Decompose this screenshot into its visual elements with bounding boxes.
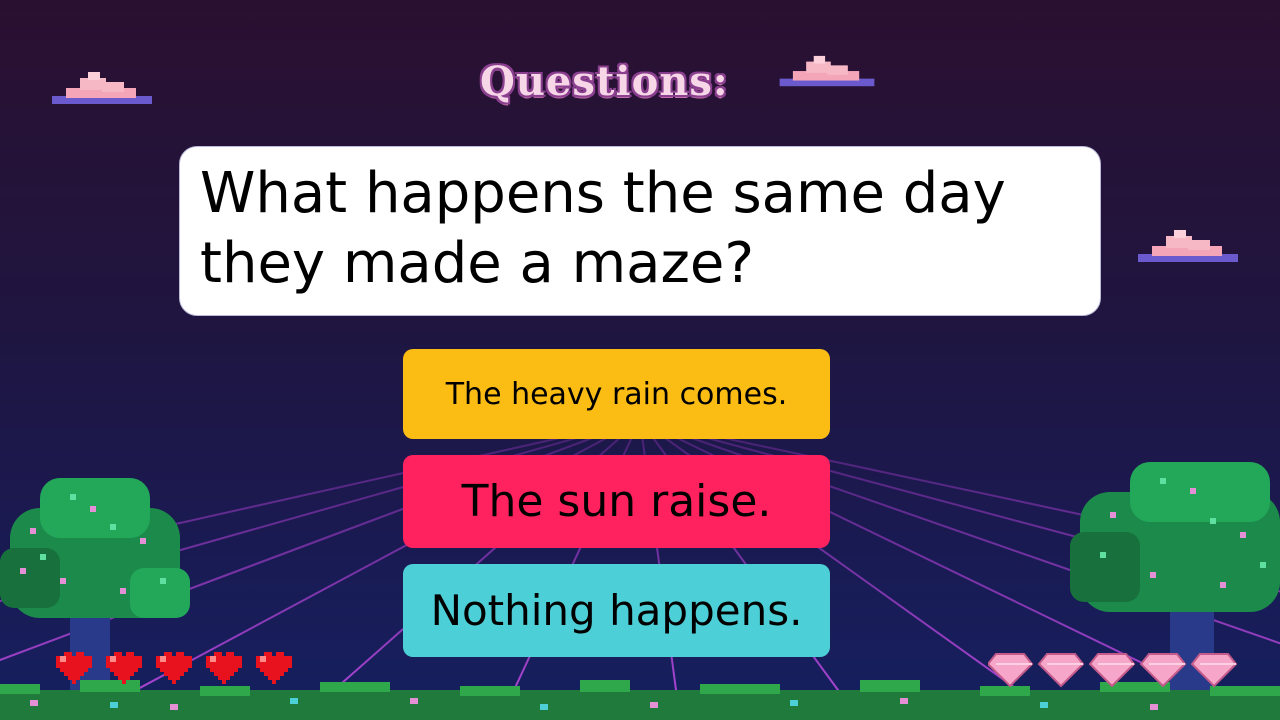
answer-option-a[interactable]: The heavy rain comes. [403,349,830,439]
answer-option-c[interactable]: Nothing happens. [403,564,830,657]
cloud-icon [52,72,152,104]
game-scene: Questions: What happens the same day the… [0,0,1280,720]
cloud-icon [779,55,875,87]
heart-icon [156,652,192,684]
gems-indicator [986,652,1238,688]
question-card: What happens the same day they made a ma… [179,146,1101,316]
lives-indicator [52,646,297,686]
heart-icon [206,652,242,684]
cloud-icon [1138,230,1238,262]
diamond-icon [1088,653,1136,688]
answer-option-b[interactable]: The sun raise. [403,455,830,548]
page-title: Questions: [480,58,729,105]
heart-icon [56,652,92,684]
heart-icon [256,652,292,684]
diamond-icon [1190,653,1238,688]
diamond-icon [1139,653,1187,688]
diamond-icon [1037,653,1085,688]
heart-icon [106,652,142,684]
diamond-icon [986,653,1034,688]
question-text: What happens the same day they made a ma… [200,161,1006,296]
